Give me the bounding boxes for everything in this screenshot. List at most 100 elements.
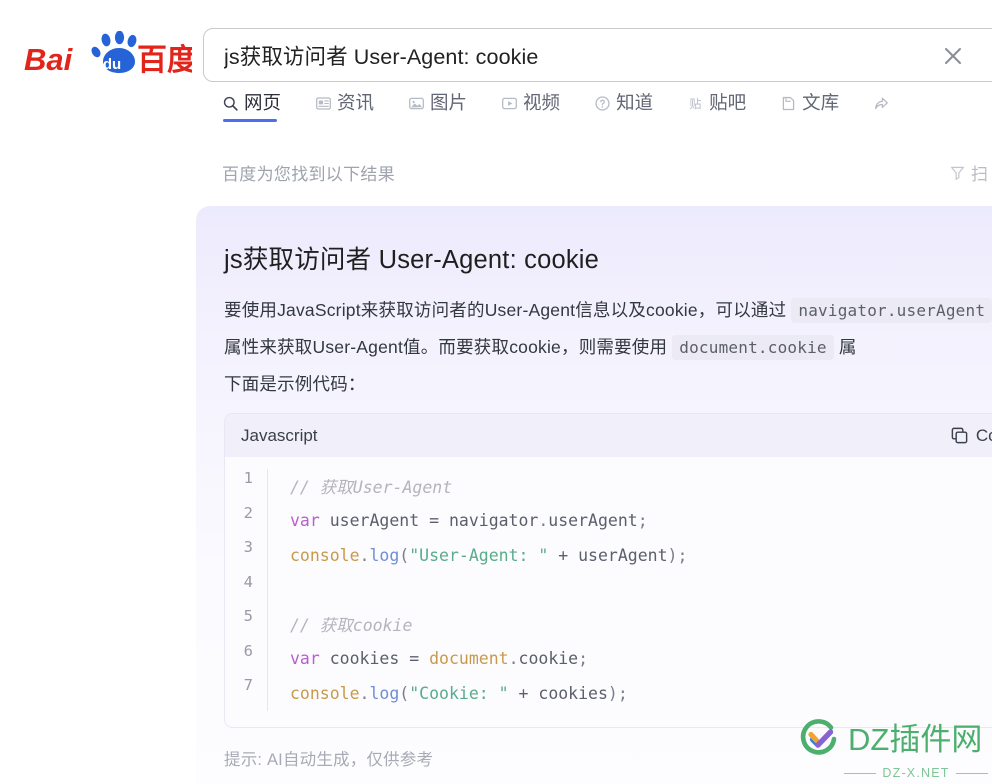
baidu-search-results-page: du Bai 百度 网页 资讯 图片 视频 知道 贴贴吧 文库 百度为您找到以下结果 扫: [0, 0, 992, 784]
news-icon: [315, 95, 332, 112]
code-token: ;: [637, 511, 648, 531]
tab-label: 网页: [244, 92, 282, 113]
code-line-text: // 获取cookie: [267, 607, 992, 642]
video-icon: [501, 95, 518, 112]
tab-资讯[interactable]: 资讯: [315, 92, 375, 122]
code-token: log: [369, 683, 400, 703]
code-line-text: var userAgent = navigator. userAgent;: [267, 503, 992, 538]
code-line-text: [267, 572, 992, 607]
code-token: (: [399, 545, 410, 565]
code-line-text: var cookies = document. cookie;: [267, 641, 992, 676]
code-token: "Cookie: ": [409, 683, 509, 703]
paragraph-text: 属: [833, 337, 857, 357]
search-box[interactable]: [203, 28, 992, 82]
code-line-number: 5: [243, 607, 253, 625]
code-token: cookie: [518, 649, 579, 669]
tab-label: 文库: [802, 92, 840, 113]
copy-code-label: Cop: [975, 425, 992, 445]
ai-disclaimer: 提示: AI自动生成，仅供参考: [224, 751, 434, 769]
ai-answer-paragraph-line3: 下面是示例代码：: [224, 374, 366, 394]
copy-code-button[interactable]: Cop: [950, 426, 992, 446]
code-language-label: Javascript: [241, 425, 318, 445]
tab-label: 知道: [616, 92, 654, 113]
code-token: var: [290, 511, 320, 531]
code-token: .: [359, 683, 370, 703]
code-token: log: [369, 545, 400, 565]
search-input[interactable]: [222, 41, 926, 69]
code-line-number: 3: [243, 538, 253, 556]
tieba-icon: 贴: [687, 95, 704, 112]
code-token: console: [290, 683, 360, 703]
code-token: .: [359, 545, 370, 565]
code-token: // 获取User-Agent: [290, 478, 453, 498]
tab-label: 贴吧: [709, 92, 747, 113]
code-token: console: [290, 545, 360, 565]
code-line-text: console. log("Cookie: " + cookies);: [267, 676, 992, 711]
code-token: );: [607, 683, 628, 703]
code-token: cookies =: [319, 649, 430, 669]
code-block: Javascript Cop 1 // 获取User-Agent 2 var user…: [224, 413, 992, 728]
tab-share[interactable]: [873, 94, 890, 120]
paragraph-text: 要使用JavaScript来获取访问者的User-Agent信息以及cookie…: [224, 300, 792, 320]
code-token: userAgent: [548, 511, 638, 531]
code-token: // 获取cookie: [290, 616, 413, 636]
code-line-text: console. log("User-Agent: " + userAgent);: [267, 538, 992, 573]
code-token: );: [667, 545, 688, 565]
code-line: 5 // 获取cookie: [225, 607, 992, 642]
tab-视频[interactable]: 视频: [501, 92, 561, 122]
filter-label: 扫: [971, 165, 988, 184]
page-header: du Bai 百度: [0, 0, 992, 92]
code-line-number: 1: [243, 469, 253, 487]
code-token: .: [538, 511, 549, 531]
svg-text:Bai: Bai: [24, 42, 74, 77]
filter-icon: [950, 166, 965, 180]
code-token: (: [399, 683, 410, 703]
code-line: 3 console. log("User-Agent: " + userAgent)…: [225, 538, 992, 573]
code-token: userAgent = navigator: [319, 511, 539, 531]
clear-search-icon[interactable]: [939, 42, 967, 70]
document-icon: [780, 95, 797, 112]
code-line: 6 var cookies = document. cookie;: [225, 641, 992, 676]
code-line: 7 console. log("Cookie: " + cookies);: [225, 676, 992, 711]
code-token: "User-Agent: ": [409, 545, 549, 565]
ai-answer-title: js获取访问者 User-Agent: cookie: [224, 246, 600, 274]
svg-text:贴: 贴: [690, 97, 702, 111]
tab-label: 视频: [523, 92, 561, 113]
share-icon: [873, 94, 890, 111]
filter-button[interactable]: 扫: [949, 160, 988, 185]
tab-图片[interactable]: 图片: [408, 92, 468, 122]
tab-label: 图片: [430, 92, 468, 113]
ai-answer-paragraph: 要使用JavaScript来获取访问者的User-Agent信息以及cookie…: [224, 298, 992, 360]
code-line: 2 var userAgent = navigator. userAgent;: [225, 503, 992, 538]
ai-answer-body: 要使用JavaScript来获取访问者的User-Agent信息以及cookie…: [224, 292, 992, 402]
code-token: document: [429, 649, 509, 669]
code-line: 4: [225, 572, 992, 607]
tab-网页[interactable]: 网页: [222, 92, 282, 122]
tab-label: 资讯: [337, 92, 375, 113]
tab-文库[interactable]: 文库: [780, 92, 840, 122]
search-icon: [222, 95, 239, 112]
results-count-text: 百度为您找到以下结果: [222, 165, 395, 184]
copy-icon: [951, 427, 968, 444]
tab-知道[interactable]: 知道: [594, 92, 654, 122]
code-block-header: Javascript Cop: [225, 414, 992, 457]
code-token: .: [508, 649, 519, 669]
question-icon: [594, 95, 611, 112]
tab-list: 网页 资讯 图片 视频 知道 贴贴吧 文库: [222, 92, 924, 122]
code-token: + cookies: [508, 683, 608, 703]
code-token: ;: [578, 649, 589, 669]
code-line-number: 6: [243, 641, 253, 660]
result-type-tabs: 网页 资讯 图片 视频 知道 贴贴吧 文库: [0, 92, 992, 142]
svg-text:du: du: [103, 56, 121, 73]
code-token: var: [290, 649, 320, 669]
code-line-number: 4: [243, 572, 253, 591]
code-lines: 1 // 获取User-Agent 2 var userAgent = navigat…: [225, 457, 992, 727]
inline-code-chip: document.cookie: [672, 335, 834, 360]
tab-贴吧[interactable]: 贴贴吧: [687, 92, 747, 122]
code-token: + userAgent: [548, 545, 668, 565]
code-line-number: 2: [243, 503, 253, 522]
code-line-text: // 获取User-Agent: [267, 469, 992, 504]
inline-code-chip: navigator.userAgent: [791, 298, 992, 323]
ai-answer-card: js获取访问者 User-Agent: cookie 要使用JavaScript…: [196, 206, 992, 784]
baidu-logo[interactable]: du Bai 百度: [22, 30, 192, 78]
